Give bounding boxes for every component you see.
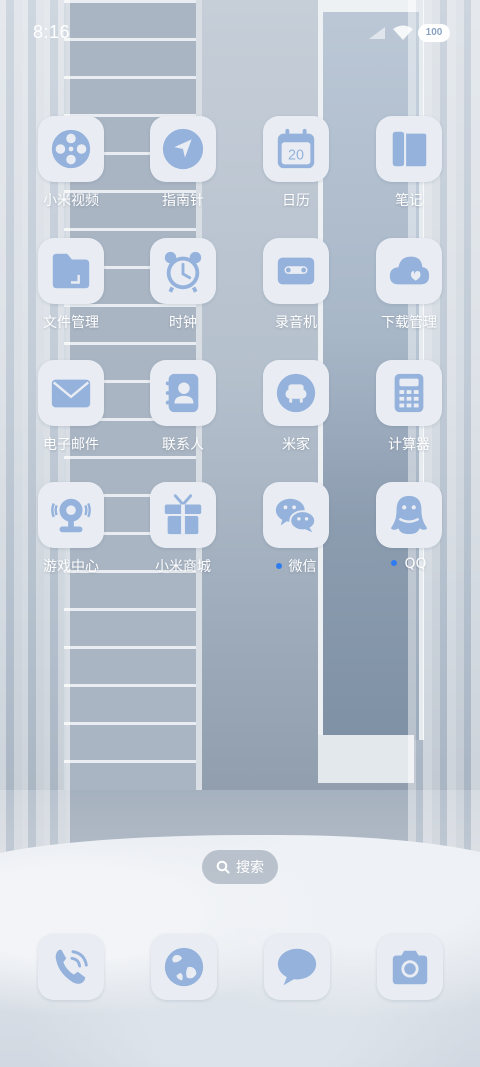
app-tile	[376, 482, 442, 548]
app-tile	[376, 360, 442, 426]
cloud-download-icon	[389, 256, 430, 285]
dock-messages[interactable]	[264, 934, 330, 1000]
app-qq[interactable]: QQ	[354, 482, 464, 572]
calendar-day: 20	[288, 148, 304, 164]
app-file-manager[interactable]: 文件管理	[16, 238, 126, 332]
app-label: 联系人	[162, 437, 204, 453]
app-tile	[150, 482, 216, 548]
app-tile	[150, 238, 216, 304]
browser-globe-icon	[164, 947, 204, 987]
app-label: 时钟	[169, 315, 197, 331]
app-tile	[38, 482, 104, 548]
app-tile	[38, 238, 104, 304]
app-label: 米家	[282, 437, 310, 453]
app-recorder[interactable]: 录音机	[241, 238, 351, 332]
app-notes[interactable]: 笔记	[354, 116, 464, 210]
smart-home-icon	[276, 373, 316, 413]
app-label: 计算器	[388, 437, 430, 453]
app-compass[interactable]: 指南针	[128, 116, 238, 210]
app-tile	[263, 238, 329, 304]
camera-icon	[392, 950, 428, 985]
app-email[interactable]: 电子邮件	[16, 360, 126, 454]
app-tile	[264, 934, 330, 1000]
notification-dot	[275, 563, 282, 569]
app-label: 微信	[288, 559, 317, 575]
app-label: 录音机	[275, 315, 317, 331]
app-tile	[150, 360, 216, 426]
app-label-row: QQ	[354, 556, 464, 572]
calculator-icon	[394, 373, 424, 413]
app-tile	[263, 360, 329, 426]
app-label: 下载管理	[381, 315, 437, 331]
messages-icon	[277, 948, 317, 986]
qq-penguin-icon	[390, 495, 428, 535]
app-tile	[151, 934, 217, 1000]
battery-indicator: 100	[418, 24, 450, 42]
calendar-icon: 20	[277, 128, 315, 169]
dock-phone[interactable]	[38, 934, 104, 1000]
gift-box-icon	[164, 494, 202, 535]
game-controller-icon	[51, 498, 91, 533]
app-label: 电子邮件	[43, 437, 99, 453]
app-tile	[376, 238, 442, 304]
app-label: 日历	[282, 193, 310, 209]
app-clock[interactable]: 时钟	[128, 238, 238, 332]
app-contacts[interactable]: 联系人	[128, 360, 238, 454]
app-label: 小米商城	[155, 559, 211, 575]
notification-dot	[391, 560, 398, 566]
app-calendar[interactable]: 20 日历	[241, 116, 351, 210]
app-game-center[interactable]: 游戏中心	[16, 482, 126, 576]
app-tile: 20	[263, 116, 329, 182]
cassette-icon	[277, 257, 315, 285]
app-tile	[150, 116, 216, 182]
status-time: 8:16	[33, 22, 71, 42]
wallpaper-sill	[318, 735, 414, 783]
app-xiaomi-video[interactable]: 小米视频	[16, 116, 126, 210]
app-label: 笔记	[395, 193, 423, 209]
alarm-clock-icon	[164, 251, 202, 293]
status-bar: 8:16 100	[0, 0, 480, 68]
folder-icon	[52, 253, 90, 289]
phone-icon	[55, 949, 88, 984]
app-tile	[377, 934, 443, 1000]
app-label-row: 微信	[241, 556, 351, 576]
signal-icon	[369, 27, 385, 39]
app-downloads[interactable]: 下载管理	[354, 238, 464, 332]
compass-icon	[162, 128, 204, 170]
wechat-icon	[275, 498, 317, 533]
app-label: 文件管理	[43, 315, 99, 331]
app-tile	[38, 934, 104, 1000]
app-tile	[38, 360, 104, 426]
search-button[interactable]: 搜索	[202, 850, 278, 884]
dock-browser[interactable]	[151, 934, 217, 1000]
wifi-icon	[393, 25, 413, 40]
film-reel-icon	[51, 129, 91, 169]
app-tile	[38, 116, 104, 182]
search-label: 搜索	[236, 860, 264, 876]
search-icon	[216, 860, 230, 874]
app-label: QQ	[404, 556, 427, 572]
app-label: 游戏中心	[43, 559, 99, 575]
app-mi-home[interactable]: 米家	[241, 360, 351, 454]
app-mi-store[interactable]: 小米商城	[128, 482, 238, 576]
app-wechat[interactable]: 微信	[241, 482, 351, 576]
app-tile	[376, 116, 442, 182]
notebook-icon	[392, 131, 427, 167]
app-label: 小米视频	[43, 193, 99, 209]
app-calculator[interactable]: 计算器	[354, 360, 464, 454]
app-label: 指南针	[162, 193, 204, 209]
envelope-icon	[51, 379, 91, 408]
contacts-icon	[165, 373, 199, 413]
app-tile	[263, 482, 329, 548]
dock-camera[interactable]	[377, 934, 443, 1000]
